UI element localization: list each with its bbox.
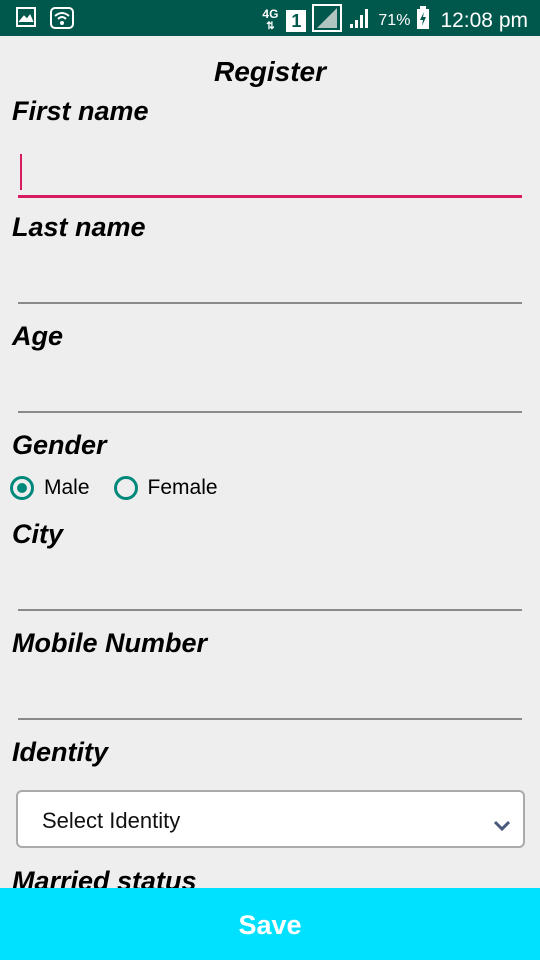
text-cursor (20, 154, 22, 190)
battery-charging-icon (416, 6, 430, 35)
radio-unchecked-icon (113, 476, 138, 500)
first-name-underline (18, 195, 522, 198)
gender-radio-male[interactable]: Male (10, 476, 90, 500)
last-name-field[interactable] (18, 248, 522, 304)
city-underline (18, 609, 522, 611)
city-label: City (12, 519, 64, 549)
identity-select[interactable]: Select Identity (16, 790, 525, 848)
signal-icon (348, 6, 372, 35)
first-name-field[interactable] (18, 142, 522, 198)
mobile-number-field[interactable] (18, 664, 522, 720)
age-label: Age (12, 321, 64, 351)
clock: 12:08 pm (440, 8, 528, 32)
gender-radio-female[interactable]: Female (113, 476, 218, 500)
city-field[interactable] (18, 555, 522, 611)
status-bar: 4G ⇅ 1 71% 12:08 pm (0, 0, 540, 36)
last-name-underline (18, 302, 522, 304)
battery-percent: 71% (378, 11, 411, 29)
form-container: Register First name Last name Age Gender… (0, 36, 540, 888)
last-name-label: Last name (12, 212, 146, 242)
identity-label: Identity (12, 737, 109, 767)
mobile-number-label: Mobile Number (12, 628, 208, 658)
mobile-number-underline (18, 718, 522, 720)
register-screen: 4G ⇅ 1 71% 12:08 pm Register First name … (0, 0, 540, 960)
gender-option-label: Male (44, 476, 90, 499)
network-type-indicator: 4G ⇅ (260, 7, 280, 32)
network-type-label: 4G (262, 7, 279, 21)
gender-label: Gender (12, 430, 107, 460)
status-bar-left (16, 7, 74, 34)
status-bar-right: 4G ⇅ 1 71% 12:08 pm (260, 4, 528, 37)
married-status-label: Married status (12, 866, 197, 888)
gallery-icon (16, 7, 36, 34)
first-name-label: First name (12, 96, 149, 126)
identity-selected-value: Select Identity (42, 808, 181, 833)
sim-icon: 1 (286, 9, 307, 32)
age-underline (18, 411, 522, 413)
wifi-icon (50, 7, 74, 34)
save-button[interactable]: Save (0, 888, 540, 960)
data-arrows-icon: ⇅ (266, 21, 275, 32)
page-title: Register (213, 56, 327, 87)
radio-checked-icon (10, 476, 34, 500)
chevron-down-icon (493, 812, 511, 838)
signal-box-icon (312, 4, 343, 37)
age-field[interactable] (18, 357, 522, 413)
gender-radio-group: Male Female (10, 476, 242, 500)
gender-option-label: Female (147, 476, 218, 499)
